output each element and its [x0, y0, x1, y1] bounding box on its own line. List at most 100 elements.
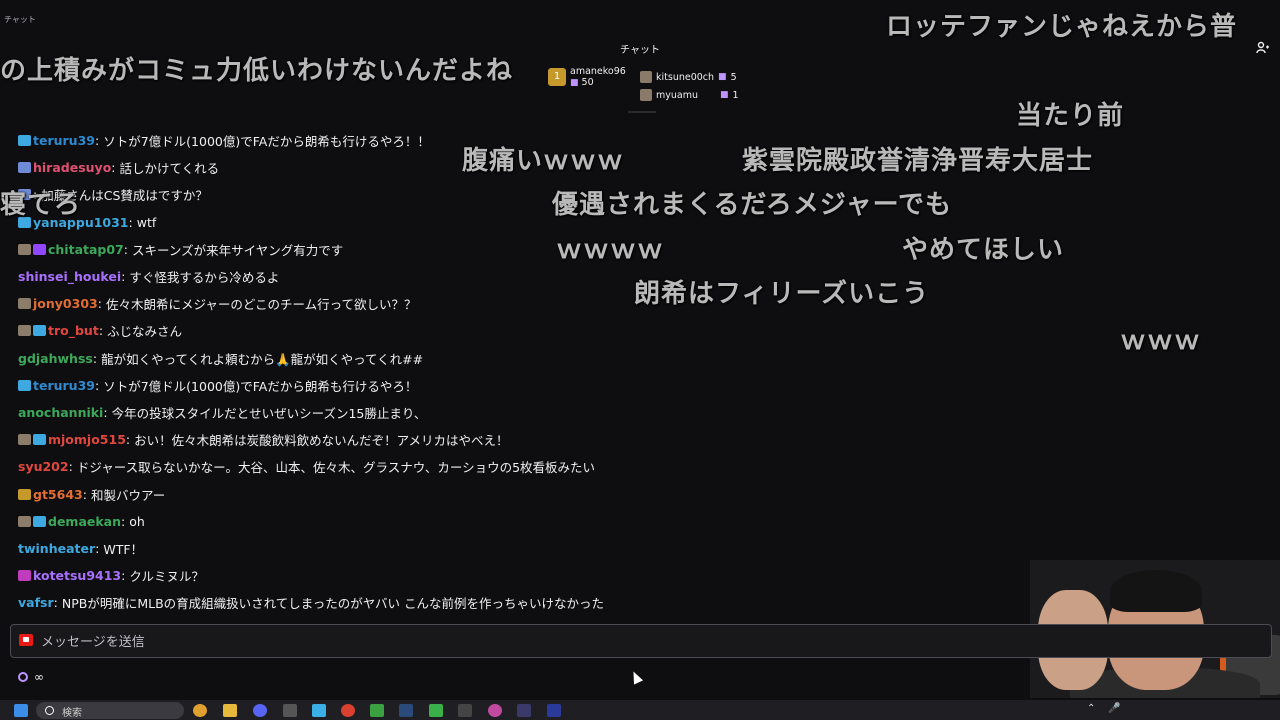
- prime-badge-icon[interactable]: [18, 162, 31, 174]
- hype-leader-name: kitsune00ch: [656, 71, 715, 83]
- steam-icon[interactable]: [399, 704, 413, 717]
- ava-badge-icon[interactable]: [18, 434, 31, 446]
- channel-points-value: ∞: [34, 670, 44, 684]
- chat-username[interactable]: gt5643: [33, 487, 83, 502]
- chat-username[interactable]: shinsei_houkei: [18, 269, 121, 284]
- chat-separator: :: [125, 432, 131, 448]
- danmaku-comment: 当たり前: [1016, 101, 1125, 131]
- chat-username[interactable]: teruru39: [33, 133, 95, 148]
- chat-username[interactable]: demaekan: [48, 514, 121, 529]
- hype-leader-2[interactable]: kitsune00ch ■ 5 myuamu ■ 1: [640, 68, 739, 106]
- ava-badge-icon[interactable]: [18, 298, 31, 310]
- hype-leader-1[interactable]: 1 amaneko96 ■ 50: [548, 66, 626, 106]
- pink-badge-icon[interactable]: [18, 570, 31, 582]
- chat-message: gt5643: 和製バウアー: [0, 480, 1280, 507]
- chat-message-text: 和製バウアー: [90, 487, 166, 503]
- folder-icon[interactable]: [223, 704, 237, 717]
- chat-message-text: スキーンズが来年サイヤング有力です: [131, 242, 344, 258]
- taskbar-search[interactable]: 検索: [36, 702, 184, 719]
- chat-separator: :: [94, 133, 100, 149]
- chat-separator: :: [92, 350, 98, 366]
- chat-input[interactable]: [39, 631, 943, 653]
- chat-message-text: 龍が如くやってくれよ頼むから🙏龍が如くやってくれ##: [101, 351, 424, 367]
- danmaku-comment: ｗｗｗｗ: [556, 235, 665, 265]
- search-icon: [45, 706, 54, 715]
- chat-username[interactable]: tro_but: [48, 323, 99, 338]
- chat-message: teruru39: ソトが7億ドル(1000億)でFAだから朗希も行けるやろ！: [0, 372, 1280, 399]
- chat-message: syu202: ドジャース取らないかなー。大谷、山本、佐々木、グラスナウ、カーショ…: [0, 453, 1280, 480]
- chat-username[interactable]: anochanniki: [18, 405, 103, 420]
- chrome-icon[interactable]: [193, 704, 207, 717]
- obs-icon[interactable]: [547, 704, 561, 717]
- x-app-icon[interactable]: [458, 704, 472, 717]
- channel-points[interactable]: ∞: [18, 670, 44, 684]
- sub-badge-icon[interactable]: [18, 135, 31, 147]
- chat-separator: :: [95, 540, 100, 556]
- hype-leader-count: 1: [732, 89, 739, 101]
- chat-message-text: NPBが明確にMLBの育成組織扱いされてしまったのがヤバい こんな前例を作っちゃ…: [61, 596, 604, 612]
- sub-badge-icon[interactable]: [18, 379, 31, 391]
- chat-separator: :: [97, 296, 102, 312]
- chat-message-text: クルミヌル？: [129, 569, 204, 585]
- chat-separator: :: [121, 568, 126, 584]
- chat-username[interactable]: hiradesuyo: [33, 160, 111, 175]
- emote-icon[interactable]: [19, 634, 33, 646]
- medal-icon: 1: [548, 68, 566, 86]
- chat-separator: :: [53, 595, 58, 611]
- microphone-icon[interactable]: 🎤: [1108, 703, 1120, 714]
- play-icon[interactable]: [429, 704, 443, 717]
- chat-separator: :: [94, 377, 100, 393]
- discord-icon[interactable]: [253, 704, 267, 717]
- gold-badge-icon[interactable]: [18, 488, 31, 500]
- mouse-cursor-icon: [628, 669, 644, 685]
- chat-message-text: ふじなみさん: [107, 324, 183, 340]
- chat-username[interactable]: twinheater: [18, 541, 95, 556]
- divider: [628, 111, 656, 113]
- ava-badge-icon[interactable]: [18, 515, 31, 527]
- window-tag: チャット: [4, 15, 36, 24]
- chat-message: mjomjo515: おい！佐々木朗希は炭酸飲料飲めないんだぞ！アメリカはやべえ！: [0, 426, 1280, 453]
- notepad-icon[interactable]: [312, 704, 326, 717]
- chat-input-box[interactable]: [10, 624, 1272, 658]
- sub-badge-icon[interactable]: [33, 325, 46, 337]
- chat-username[interactable]: jony0303: [33, 296, 98, 311]
- chat-message-text: おい！佐々木朗希は炭酸飲料飲めないんだぞ！アメリカはやべえ！: [134, 433, 509, 449]
- tray-chevron-icon[interactable]: ⌃: [1087, 703, 1095, 714]
- chat-username[interactable]: gdjahwhss: [18, 351, 93, 366]
- chat-message-text: WTF！: [103, 541, 144, 557]
- chat-message-text: wtf: [136, 214, 157, 230]
- user-list-icon[interactable]: [1256, 41, 1270, 55]
- settings-icon[interactable]: [283, 704, 297, 717]
- danmaku-comment: の上積みがコミュ力低いわけないんだよね: [0, 56, 514, 86]
- hype-row-2: kitsune00ch ■ 5: [640, 68, 739, 86]
- danmaku-comment: 腹痛いｗｗｗ: [462, 146, 625, 176]
- chat-message-text: ドジャース取らないかなー。大谷、山本、佐々木、グラスナウ、カーショウの5枚看板み…: [76, 460, 596, 476]
- vip-badge-icon[interactable]: [33, 243, 46, 255]
- minecraft-icon[interactable]: [370, 704, 384, 717]
- chat-username[interactable]: syu202: [18, 459, 69, 474]
- chat-message: twinheater: WTF！: [0, 535, 1280, 562]
- chat-username[interactable]: vafsr: [18, 595, 54, 610]
- danmaku-comment: やめてほしい: [902, 235, 1065, 265]
- chat-username[interactable]: chitatap07: [48, 242, 124, 257]
- chrome-alt-icon[interactable]: [341, 704, 355, 717]
- app-icon[interactable]: [517, 704, 531, 717]
- windows-start-icon[interactable]: [14, 704, 28, 717]
- avatar: [640, 89, 652, 101]
- chat-username[interactable]: teruru39: [33, 378, 95, 393]
- hype-row-3: myuamu ■ 1: [640, 86, 739, 104]
- sub-badge-icon[interactable]: [33, 434, 46, 446]
- hype-leader-name: amaneko96: [570, 66, 626, 77]
- chat-message: anochanniki: 今年の投球スタイルだとせいぜいシーズン15勝止まり、: [0, 399, 1280, 426]
- ava-badge-icon[interactable]: [18, 243, 31, 255]
- taskbar-search-label: 検索: [62, 708, 82, 719]
- sub-badge-icon[interactable]: [33, 515, 46, 527]
- ava-badge-icon[interactable]: [18, 325, 31, 337]
- chat-username[interactable]: kotetsu9413: [33, 568, 121, 583]
- chat-message-text: ソトが7億ドル(1000億)でFAだから朗希も行けるやろ！: [103, 378, 418, 394]
- chat-username[interactable]: mjomjo515: [48, 432, 126, 447]
- channel-points-icon: [18, 672, 28, 682]
- color-app-icon[interactable]: [488, 704, 502, 717]
- hype-leader-count: 5: [730, 71, 737, 83]
- chat-separator: :: [68, 459, 73, 475]
